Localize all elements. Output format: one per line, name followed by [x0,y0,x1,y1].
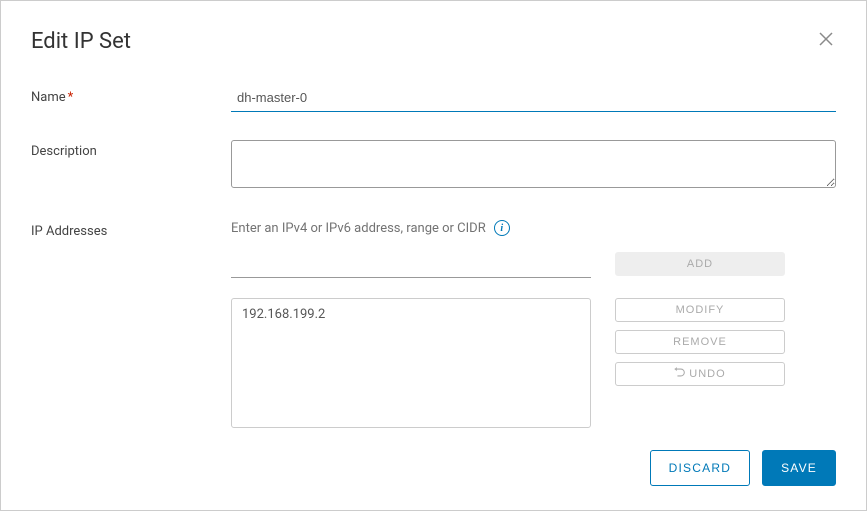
ip-hint: Enter an IPv4 or IPv6 address, range or … [231,220,836,236]
name-label-text: Name [31,90,66,105]
dialog-header: Edit IP Set [31,29,836,54]
ip-addresses-label: IP Addresses [31,220,231,428]
name-row: Name* [31,86,836,112]
name-input[interactable] [231,86,836,112]
ip-list-item[interactable]: 192.168.199.2 [242,307,580,322]
description-textarea[interactable] [231,140,836,188]
undo-icon [674,367,685,381]
description-row: Description [31,140,836,192]
ip-hint-text: Enter an IPv4 or IPv6 address, range or … [231,221,486,236]
dialog-footer: DISCARD SAVE [31,434,836,486]
ip-addresses-content: Enter an IPv4 or IPv6 address, range or … [231,220,836,428]
undo-label: UNDO [689,368,725,380]
description-label: Description [31,140,231,192]
close-icon [818,35,834,50]
description-input-col [231,140,836,192]
modify-button[interactable]: MODIFY [615,298,785,322]
ip-address-list[interactable]: 192.168.199.2 [231,298,591,428]
edit-ip-set-dialog: Edit IP Set Name* Description IP Address… [0,0,867,511]
required-asterisk: * [68,90,74,105]
remove-button[interactable]: REMOVE [615,330,785,354]
add-button[interactable]: ADD [615,252,785,276]
ip-addresses-section: IP Addresses Enter an IPv4 or IPv6 addre… [31,220,836,428]
add-button-col: ADD [615,252,785,276]
name-input-col [231,86,836,112]
undo-button[interactable]: UNDO [615,362,785,386]
info-icon[interactable]: i [494,220,510,236]
save-button[interactable]: SAVE [762,450,836,486]
dialog-title: Edit IP Set [31,29,131,54]
list-actions-col: MODIFY REMOVE UNDO [615,298,785,386]
name-label: Name* [31,86,231,112]
ip-input-row: ADD [231,252,836,278]
discard-button[interactable]: DISCARD [650,450,750,486]
ip-list-row: 192.168.199.2 MODIFY REMOVE UNDO [231,298,836,428]
ip-address-input[interactable] [231,252,591,278]
close-button[interactable] [816,29,836,51]
